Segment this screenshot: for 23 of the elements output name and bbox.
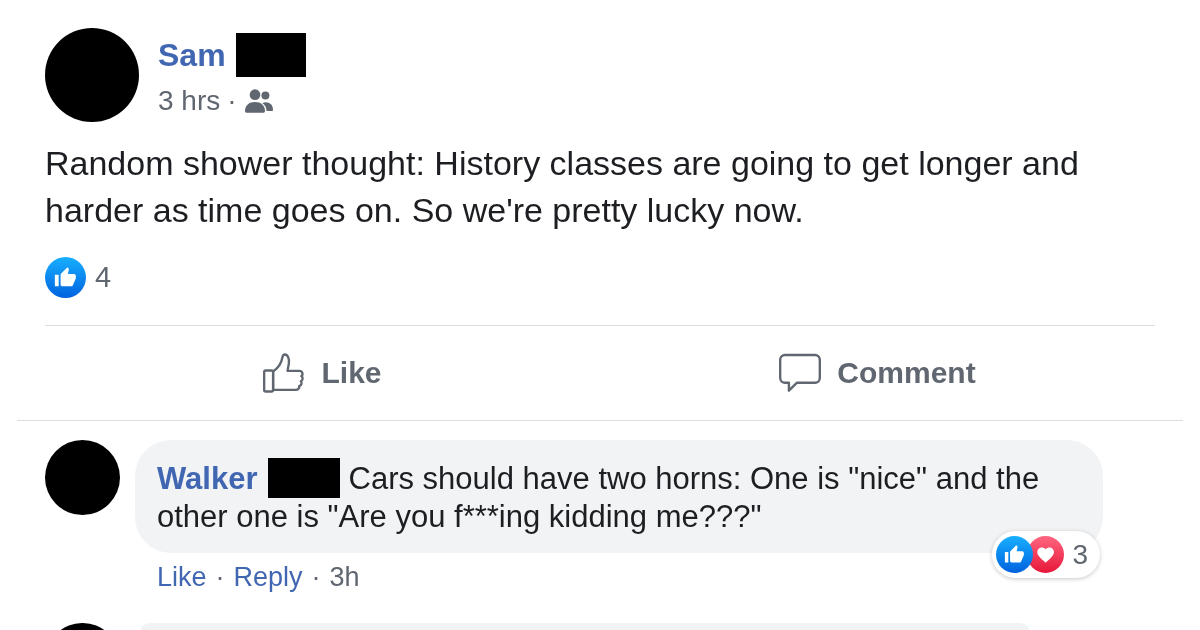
thumbs-up-reaction-icon <box>45 257 86 298</box>
reaction-count[interactable]: 4 <box>95 261 112 294</box>
heart-reaction-icon <box>1027 536 1065 573</box>
thumbs-up-icon <box>263 353 306 393</box>
commenter-name[interactable]: Walker <box>157 459 258 497</box>
people-icon[interactable] <box>244 89 273 113</box>
thumbs-up-reaction-icon <box>996 536 1034 573</box>
author-name[interactable]: Sam <box>158 35 226 75</box>
speech-bubble-icon <box>779 353 822 393</box>
reaction-count: 3 <box>1072 538 1088 571</box>
comment-action-link[interactable]: Like <box>157 559 207 595</box>
comment-action-link[interactable]: Reply <box>233 559 303 595</box>
reactions-summary[interactable]: 3 <box>992 531 1100 578</box>
post-text: Random shower thought: History classes are going to get longer and harder as time goes on. So we're pretty lucky now. <box>45 143 1080 231</box>
separator-dot: · <box>227 84 237 118</box>
comment-text: other one is "Are you f***ing kidding me???" <box>157 498 762 535</box>
comment-button[interactable]: Comment <box>600 326 1155 420</box>
separator-dot: · <box>311 561 321 594</box>
comment-text: Cars should have two horns: One is "nice" and the <box>348 459 1040 497</box>
comment-time: 3h <box>329 561 360 594</box>
post-time[interactable]: 3 hrs <box>158 84 221 118</box>
separator-dot: · <box>215 561 225 594</box>
like-button[interactable]: Like <box>45 326 600 420</box>
